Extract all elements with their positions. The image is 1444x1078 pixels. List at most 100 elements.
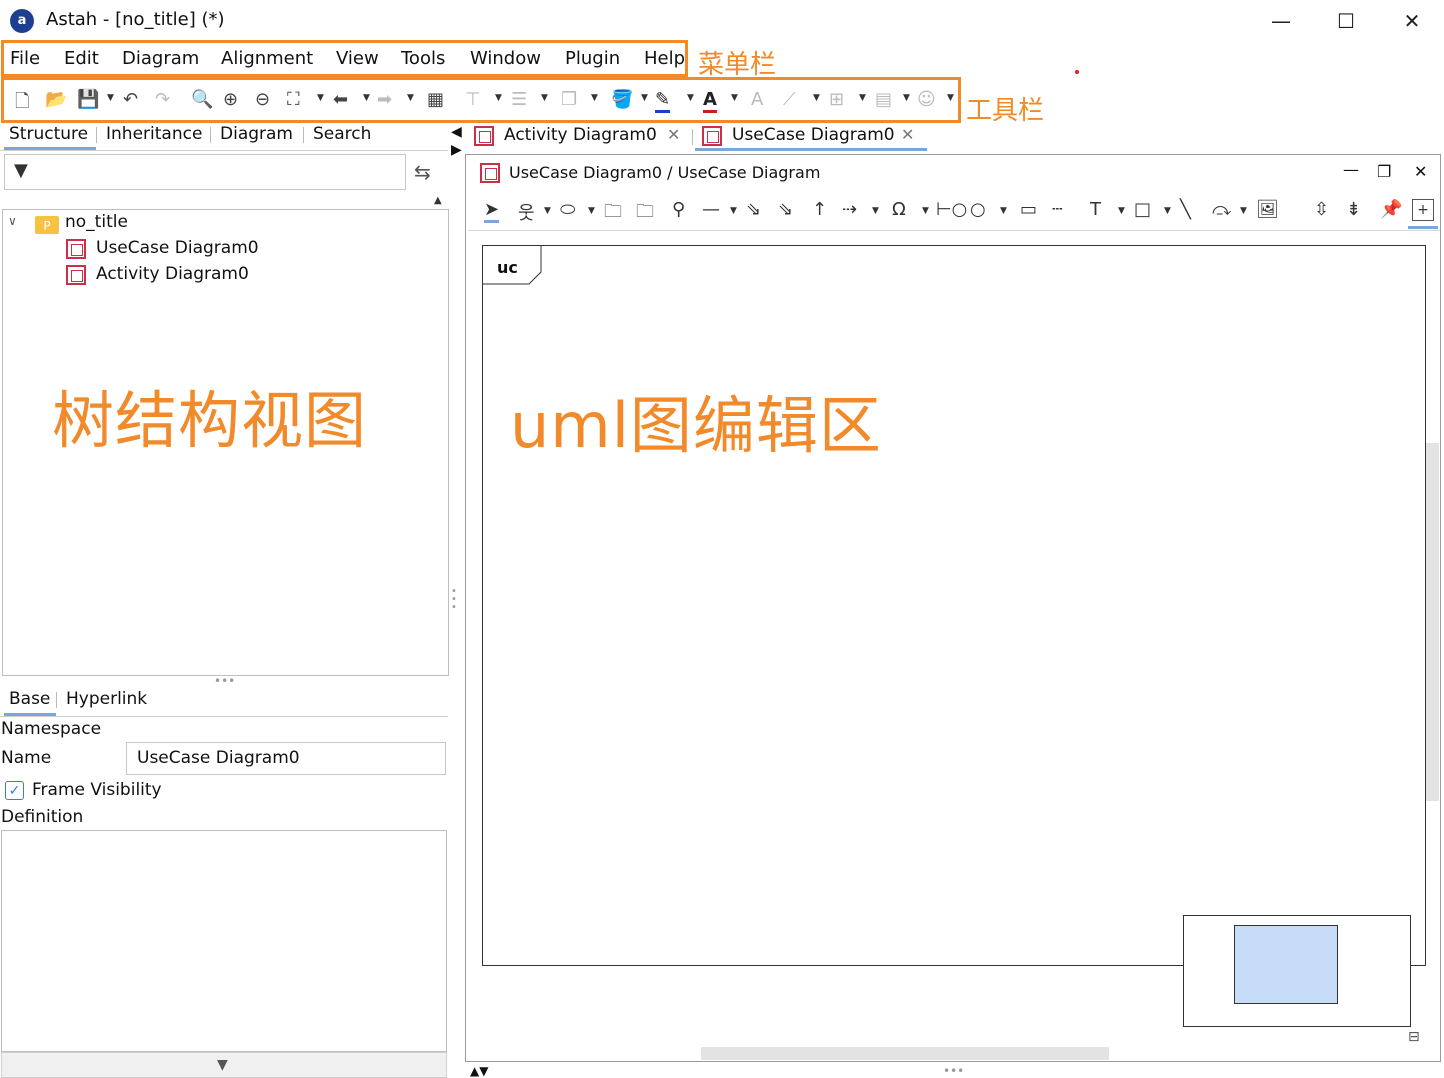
dependency-dropdown-icon[interactable]: ▼ bbox=[872, 206, 879, 216]
fit-dropdown-icon[interactable]: ▼ bbox=[317, 93, 324, 103]
bring-front-dropdown-icon[interactable]: ▼ bbox=[591, 93, 598, 103]
note-tool-icon[interactable]: ▭ bbox=[1020, 199, 1037, 220]
tab-diagram[interactable]: Diagram bbox=[220, 124, 293, 144]
control-tool-icon[interactable]: ○ bbox=[970, 199, 986, 220]
expand-palette-icon[interactable]: + bbox=[1412, 199, 1434, 221]
collapse-overview-icon[interactable]: ⊟ bbox=[1408, 1029, 1420, 1045]
overview-viewport[interactable] bbox=[1234, 925, 1338, 1004]
diagram-structure-icon[interactable]: ▦ bbox=[427, 89, 444, 110]
menu-tools[interactable]: Tools bbox=[401, 48, 445, 69]
include-tool-icon[interactable]: ⇘ bbox=[746, 199, 761, 220]
vertical-splitter-handle[interactable]: • • • bbox=[451, 587, 457, 613]
menu-alignment[interactable]: Alignment bbox=[221, 48, 313, 69]
tab-search[interactable]: Search bbox=[313, 124, 371, 144]
stereotype-icon[interactable]: ☺ bbox=[917, 89, 936, 110]
menu-help[interactable]: Help bbox=[644, 48, 685, 69]
tab-hyperlink[interactable]: Hyperlink bbox=[66, 689, 147, 709]
panel-toggle-icon[interactable]: ▲▼ bbox=[470, 1064, 488, 1078]
image-tool-icon[interactable]: 🖼 bbox=[1256, 199, 1279, 220]
scroll-up-icon[interactable]: ▲ bbox=[434, 195, 442, 206]
tab-base[interactable]: Base bbox=[9, 689, 50, 709]
back-dropdown-icon[interactable]: ▼ bbox=[363, 93, 370, 103]
save-icon[interactable]: 💾 bbox=[77, 89, 99, 110]
interface-tool-icon[interactable]: Ω bbox=[892, 199, 906, 220]
pin-icon[interactable]: 📌 bbox=[1380, 199, 1402, 220]
usecase-dropdown-icon[interactable]: ▼ bbox=[588, 206, 595, 216]
align-top-icon[interactable]: ⊤ bbox=[465, 89, 481, 110]
close-tab-icon[interactable]: ✕ bbox=[667, 125, 680, 144]
actor-dropdown-icon[interactable]: ▼ bbox=[544, 206, 551, 216]
stereotype-dropdown-icon[interactable]: ▼ bbox=[947, 93, 954, 103]
tree-item-activity[interactable]: Activity Diagram0 bbox=[96, 264, 249, 284]
redo-icon[interactable]: ↷ bbox=[155, 89, 170, 110]
line-color-dropdown-icon[interactable]: ▼ bbox=[687, 93, 694, 103]
close-tab-icon[interactable]: ✕ bbox=[901, 125, 914, 144]
zoom-icon[interactable]: 🔍 bbox=[191, 89, 213, 110]
interface-dropdown-icon[interactable]: ▼ bbox=[922, 206, 929, 216]
diagram-restore-button[interactable]: ❐ bbox=[1377, 162, 1391, 181]
pin-tool-icon[interactable]: ⚲ bbox=[672, 199, 685, 220]
generalization-tool-icon[interactable]: ↑ bbox=[812, 199, 827, 220]
close-button[interactable]: ✕ bbox=[1382, 4, 1442, 38]
fit-window-icon[interactable]: ⛶ bbox=[287, 89, 300, 110]
font-color-dropdown-icon[interactable]: ▼ bbox=[731, 93, 738, 103]
definition-textarea[interactable] bbox=[1, 830, 447, 1052]
association-dropdown-icon[interactable]: ▼ bbox=[730, 206, 737, 216]
menu-diagram[interactable]: Diagram bbox=[122, 48, 199, 69]
vertical-scrollbar[interactable] bbox=[1426, 443, 1439, 801]
new-file-icon[interactable]: 🗋 bbox=[15, 89, 29, 119]
freeline-tool-icon[interactable]: ⤼ bbox=[1212, 199, 1231, 220]
doc-tab-usecase[interactable]: UseCase Diagram0 bbox=[732, 125, 895, 145]
freeline-dropdown-icon[interactable]: ▼ bbox=[1240, 206, 1247, 216]
align-top-dropdown-icon[interactable]: ▼ bbox=[495, 93, 502, 103]
menu-edit[interactable]: Edit bbox=[64, 48, 99, 69]
actor-tool-icon[interactable]: 웃 bbox=[518, 199, 535, 225]
align-left-icon[interactable]: ☰ bbox=[511, 89, 527, 110]
rectangle-dropdown-icon[interactable]: ▼ bbox=[1164, 206, 1171, 216]
vertical-spacing-icon[interactable]: ⇳ bbox=[1314, 199, 1329, 220]
font-size-icon[interactable]: A bbox=[751, 89, 763, 110]
back-icon[interactable]: ⬅ bbox=[333, 89, 348, 110]
menu-view[interactable]: View bbox=[336, 48, 379, 69]
undo-icon[interactable]: ↶ bbox=[123, 89, 138, 110]
horizontal-scrollbar[interactable] bbox=[701, 1047, 1109, 1060]
minimize-button[interactable]: — bbox=[1251, 4, 1311, 38]
forward-icon[interactable]: ➡ bbox=[377, 89, 392, 110]
bring-front-icon[interactable]: ❐ bbox=[561, 89, 577, 110]
text-dropdown-icon[interactable]: ▼ bbox=[1118, 206, 1125, 216]
select-tool-icon[interactable]: ➤ bbox=[484, 199, 500, 223]
line-style-dropdown-icon[interactable]: ▼ bbox=[813, 93, 820, 103]
menu-plugin[interactable]: Plugin bbox=[565, 48, 620, 69]
text-tool-icon[interactable]: T bbox=[1090, 199, 1101, 220]
splitter-handle[interactable]: ••• bbox=[214, 674, 235, 688]
package-tool-icon[interactable]: 🗀 bbox=[604, 199, 622, 229]
font-color-icon[interactable]: A bbox=[703, 89, 717, 113]
line-style-icon[interactable]: ⟋ bbox=[783, 89, 796, 110]
tab-inheritance[interactable]: Inheritance bbox=[106, 124, 202, 144]
horizontal-spacing-icon[interactable]: ⇟ bbox=[1346, 199, 1361, 220]
association-tool-icon[interactable]: — bbox=[702, 199, 720, 220]
frame-visibility-checkbox[interactable]: ✓ bbox=[5, 781, 24, 800]
layout-dropdown-icon[interactable]: ▼ bbox=[859, 93, 866, 103]
menu-file[interactable]: File bbox=[10, 48, 40, 69]
subsystem-tool-icon[interactable]: 🗀 bbox=[636, 199, 654, 229]
bottom-splitter-handle[interactable]: ••• bbox=[943, 1064, 964, 1078]
diagram-frame[interactable] bbox=[482, 245, 1426, 966]
sync-icon[interactable]: ⇆ bbox=[414, 160, 431, 184]
expand-down-icon[interactable]: ▼ bbox=[217, 1057, 228, 1073]
tree-root-label[interactable]: no_title bbox=[65, 212, 128, 232]
filter-input[interactable] bbox=[4, 154, 406, 190]
control-dropdown-icon[interactable]: ▼ bbox=[1000, 206, 1007, 216]
usecase-tool-icon[interactable]: ⬭ bbox=[560, 199, 575, 220]
tab-structure[interactable]: Structure bbox=[9, 124, 88, 144]
dependency-tool-icon[interactable]: ⇢ bbox=[842, 199, 857, 220]
line-color-icon[interactable]: ✎ bbox=[655, 89, 671, 113]
maximize-button[interactable]: ☐ bbox=[1316, 4, 1376, 38]
diagram-minimize-button[interactable]: — bbox=[1343, 160, 1359, 179]
diagram-close-button[interactable]: ✕ bbox=[1414, 162, 1427, 181]
extend-tool-icon[interactable]: ⇘ bbox=[778, 199, 793, 220]
fill-color-icon[interactable]: 🪣 bbox=[611, 89, 633, 110]
save-dropdown-icon[interactable]: ▼ bbox=[107, 93, 114, 103]
compartment-dropdown-icon[interactable]: ▼ bbox=[903, 93, 910, 103]
doc-tab-activity[interactable]: Activity Diagram0 bbox=[504, 125, 657, 145]
